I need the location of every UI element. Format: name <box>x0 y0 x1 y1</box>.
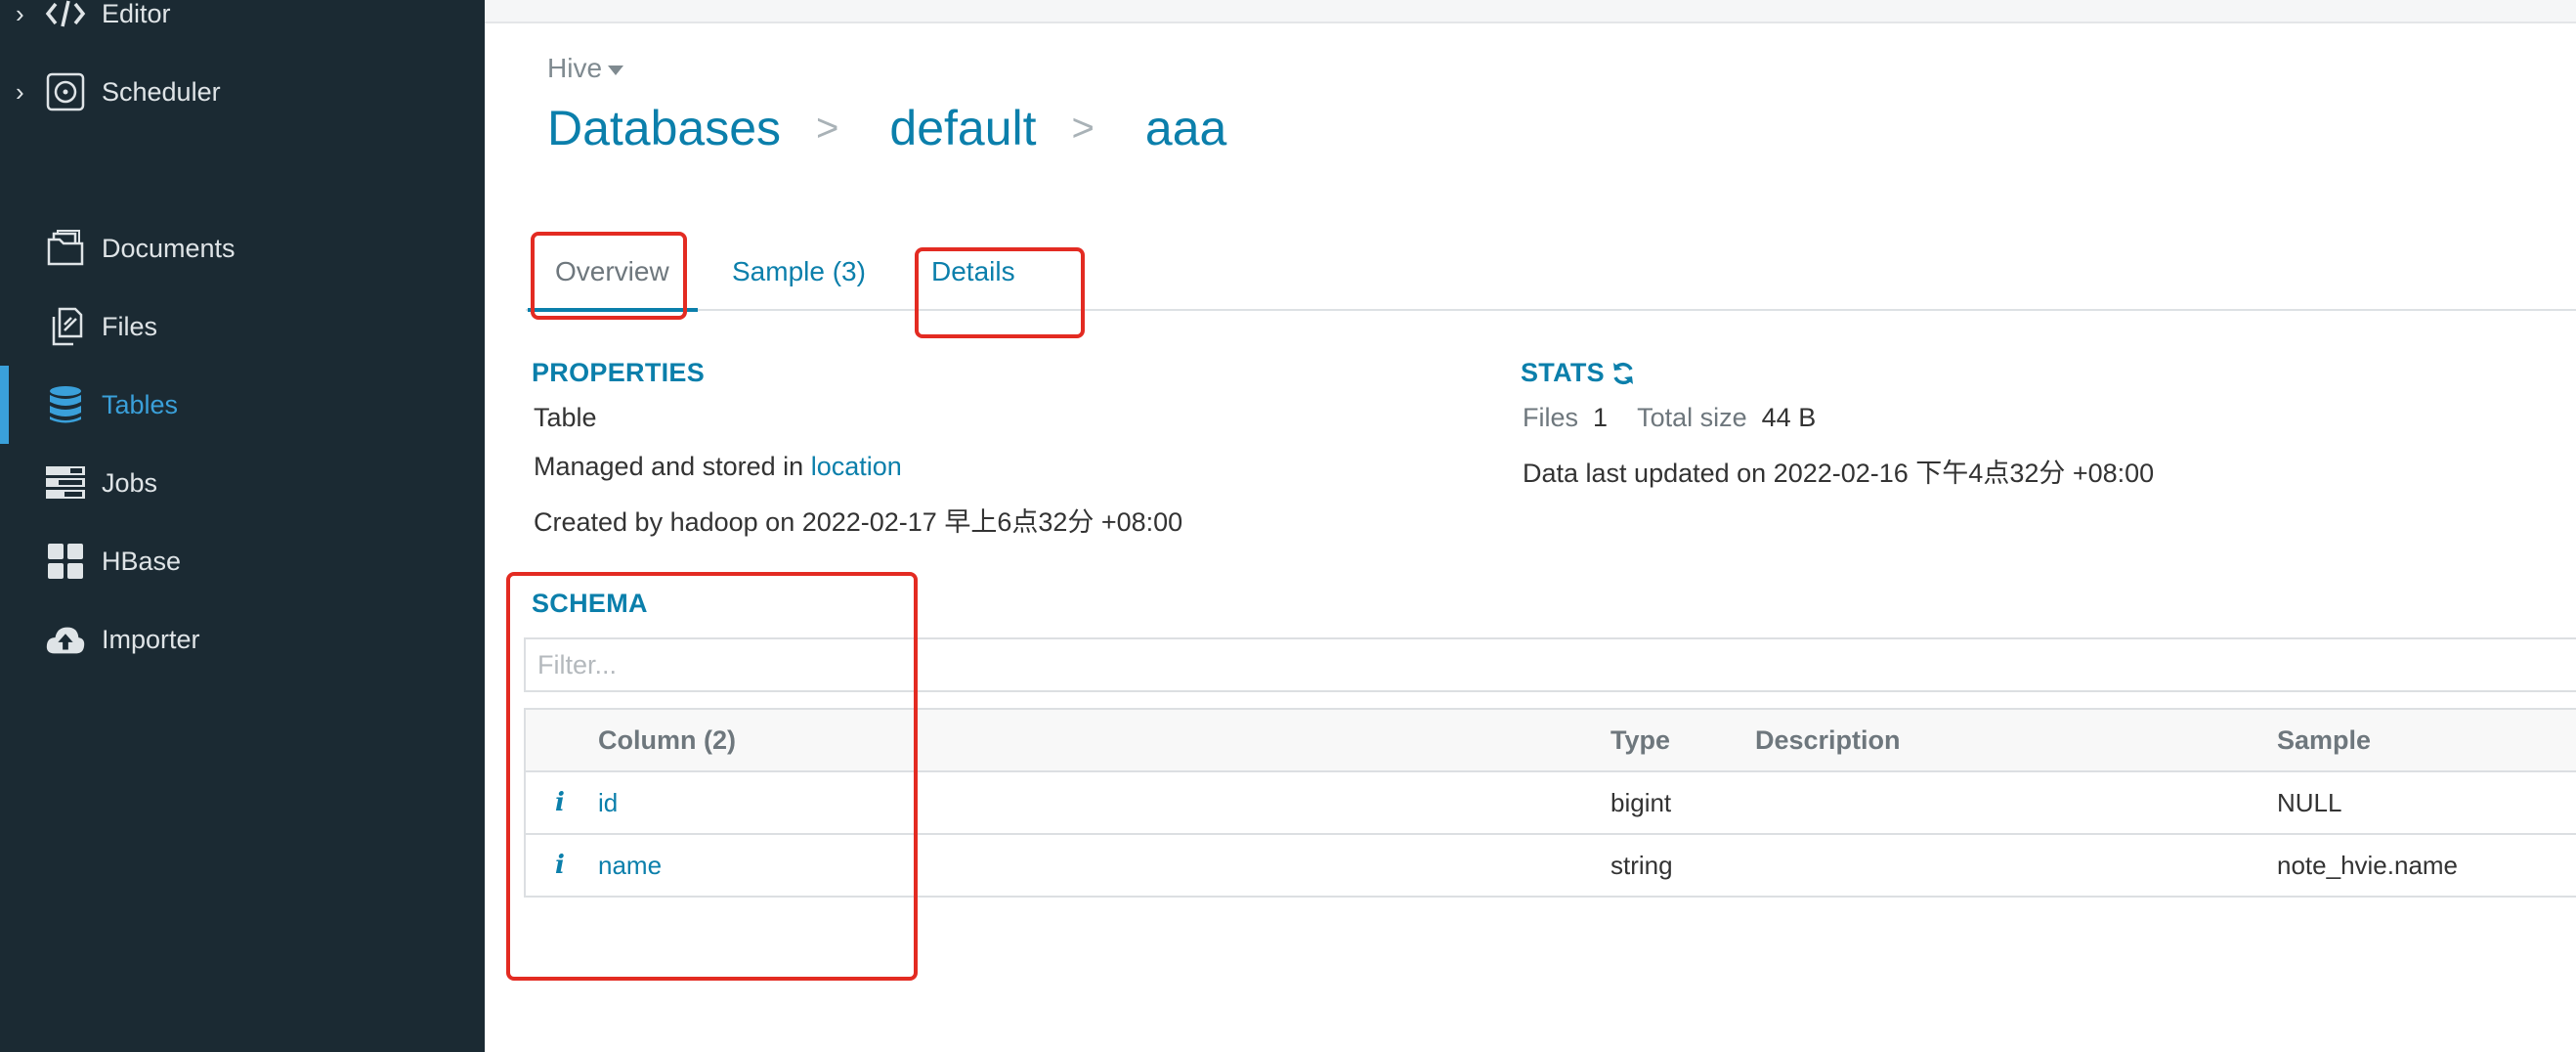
location-link[interactable]: location <box>811 452 902 481</box>
breadcrumb-databases[interactable]: Databases <box>547 100 781 156</box>
column-sample: note_hvie.name <box>2277 850 2459 880</box>
files-icon <box>45 306 86 347</box>
annotation-box-details <box>915 247 1085 338</box>
stats-files-size: Files 1 Total size 44 B <box>1523 403 1816 433</box>
refresh-icon[interactable] <box>1610 361 1636 386</box>
sidebar-item-scheduler[interactable]: › Scheduler <box>0 61 485 123</box>
sidebar-item-files[interactable]: Files <box>0 295 485 358</box>
code-icon <box>45 0 86 34</box>
sidebar-item-label: Files <box>102 311 158 341</box>
breadcrumb-separator: > <box>816 106 839 150</box>
files-label: Files <box>1523 403 1579 432</box>
documents-icon <box>45 228 86 269</box>
breadcrumb: Databases > default > aaa <box>547 100 1226 156</box>
property-created: Created by hadoop on 2022-02-17 早上6点32分 … <box>534 507 1183 537</box>
sidebar-item-importer[interactable]: Importer <box>0 608 485 671</box>
sidebar-item-jobs[interactable]: Jobs <box>0 452 485 514</box>
files-value: 1 <box>1593 403 1609 432</box>
sidebar-item-label: Jobs <box>102 467 158 498</box>
column-type: bigint <box>1610 787 1672 817</box>
managed-text: Managed and stored in <box>534 452 811 481</box>
breadcrumb-table[interactable]: aaa <box>1145 100 1226 156</box>
sidebar-item-documents[interactable]: Documents <box>0 217 485 280</box>
stats-last-updated: Data last updated on 2022-02-16 下午4点32分 … <box>1523 459 2155 488</box>
sidebar-item-tables[interactable]: Tables <box>0 373 485 436</box>
top-bar <box>485 0 2576 23</box>
sidebar-item-label: Tables <box>102 389 179 419</box>
total-size-label: Total size <box>1637 403 1747 432</box>
column-sample: NULL <box>2277 787 2342 817</box>
source-label: Hive <box>547 53 603 83</box>
sidebar: › Editor › Scheduler Documents Files Tab… <box>0 0 485 1052</box>
sidebar-item-label: HBase <box>102 546 182 576</box>
jobs-icon <box>45 462 86 504</box>
chevron-right-icon: › <box>16 0 24 28</box>
grid-icon <box>45 541 86 582</box>
column-header-type[interactable]: Type <box>1610 710 1670 770</box>
sidebar-item-hbase[interactable]: HBase <box>0 530 485 592</box>
cloud-upload-icon <box>45 619 86 660</box>
column-header-sample[interactable]: Sample <box>2277 710 2371 770</box>
database-icon <box>45 384 86 425</box>
tab-sample[interactable]: Sample (3) <box>732 256 866 287</box>
breadcrumb-database[interactable]: default <box>889 100 1036 156</box>
property-type: Table <box>534 403 597 432</box>
sidebar-item-label: Editor <box>102 0 171 28</box>
property-managed: Managed and stored in location <box>534 452 902 482</box>
scheduler-icon <box>45 71 86 112</box>
tab-bar: Overview Sample (3) Details <box>526 235 2576 312</box>
properties-title: PROPERTIES <box>532 358 706 387</box>
annotation-box-schema <box>506 572 918 981</box>
sidebar-item-label: Importer <box>102 624 200 654</box>
stats-header: STATS <box>1521 358 1636 388</box>
source-selector[interactable]: Hive <box>547 53 624 84</box>
sidebar-item-editor[interactable]: › Editor <box>0 0 485 45</box>
stats-title: STATS <box>1521 358 1605 387</box>
column-header-description[interactable]: Description <box>1755 710 1901 770</box>
total-size-value: 44 B <box>1761 403 1817 432</box>
breadcrumb-separator: > <box>1071 106 1095 150</box>
annotation-box-overview <box>531 232 687 320</box>
sidebar-item-label: Documents <box>102 233 236 263</box>
column-type: string <box>1610 850 1673 880</box>
sidebar-item-label: Scheduler <box>102 76 221 107</box>
chevron-right-icon: › <box>16 76 24 107</box>
caret-down-icon <box>608 65 624 75</box>
